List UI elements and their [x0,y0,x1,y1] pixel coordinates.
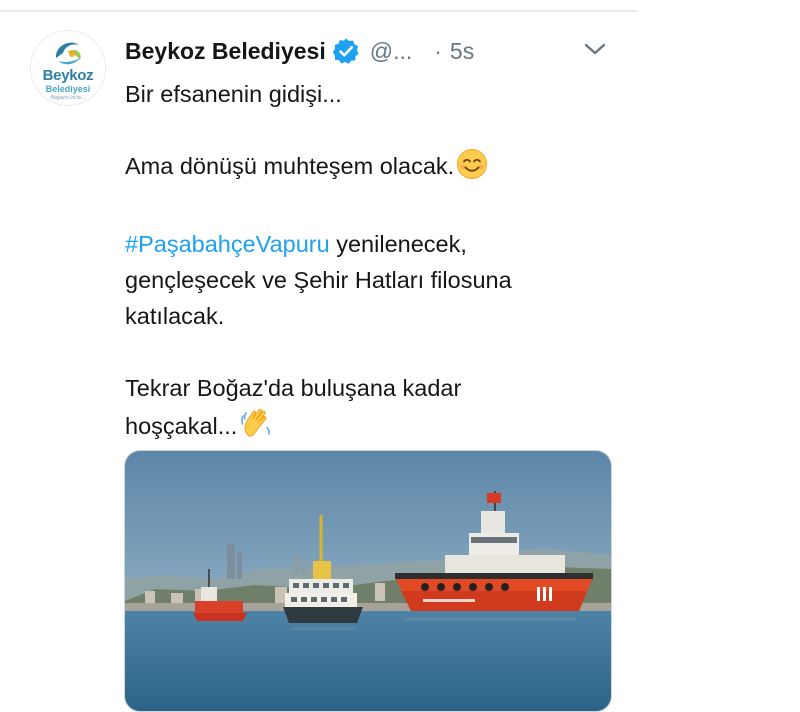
avatar[interactable]: Beykoz Belediyesi Boğazın incisi... [31,31,105,105]
avatar-brand-name: Beykoz [42,67,94,84]
tweet-line: Bir efsanenin gidişi... [125,81,342,107]
top-divider [0,10,638,12]
smiling-face-icon [456,148,488,190]
tweet-line: Ama dönüşü muhteşem olacak. [125,148,615,190]
chevron-down-icon[interactable] [583,38,607,60]
tweet-line: #PaşabahçeVapuru yenilenecek, [125,226,615,262]
tweet-line: gençleşecek ve Şehir Hatları filosuna [125,267,512,293]
tweet-line: Tekrar Boğaz'da buluşana kadar [125,375,462,401]
tweet-header: Beykoz Belediyesi @... · 5s [125,34,474,68]
display-name[interactable]: Beykoz Belediyesi [125,38,326,65]
verified-badge-icon [332,37,360,65]
tweet-line: katılacak. [125,303,225,329]
tweet-line-text: Ama dönüşü muhteşem olacak. [125,153,455,179]
waving-hand-icon [239,406,273,450]
tweet-text: Bir efsanenin gidişi... Ama dönüşü muhte… [125,76,615,450]
hashtag-link[interactable]: #PaşabahçeVapuru [125,231,330,257]
tweet-line-text: yenilenecek, [329,231,467,257]
bosphorus-ferry-photo [125,451,611,711]
avatar-brand-slogan: Boğazın incisi... [50,95,86,101]
user-handle[interactable]: @... [370,38,413,65]
tweet-line: hoşçakal... [125,406,615,450]
separator-dot: · [434,37,442,64]
avatar-brand-sub: Belediyesi [45,84,91,94]
timestamp[interactable]: 5s [450,38,474,65]
tweet-photo[interactable] [124,450,612,712]
tweet-line-text: hoşçakal... [125,413,238,439]
